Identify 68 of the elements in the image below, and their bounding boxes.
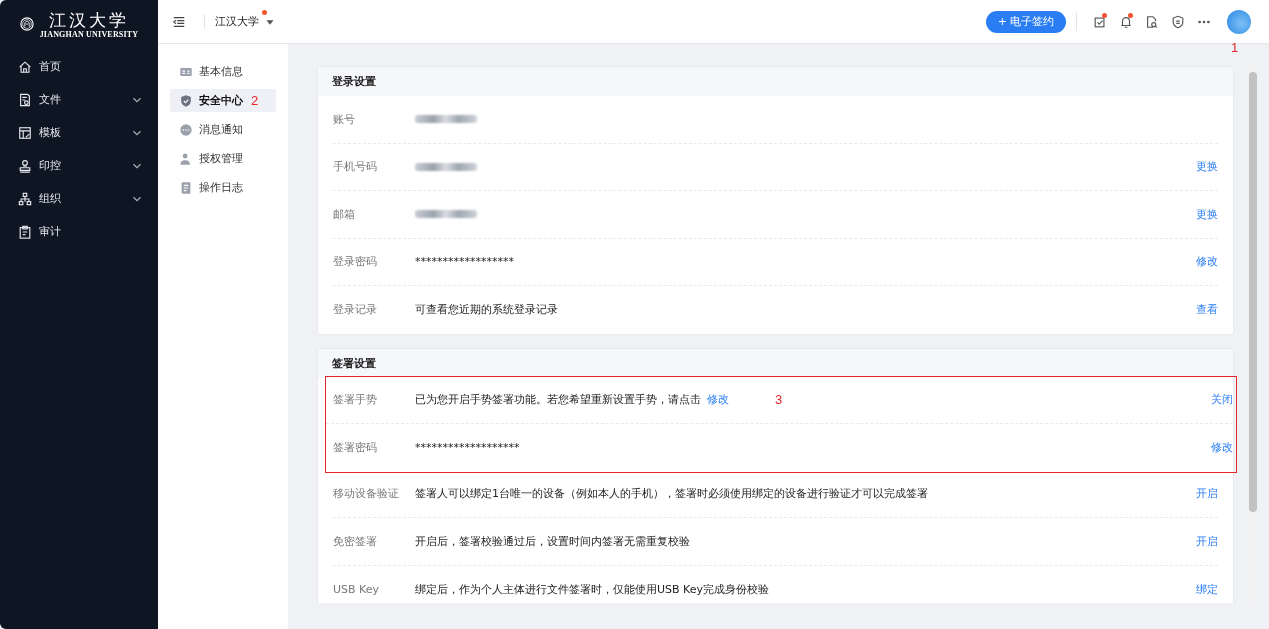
action-link[interactable]: 开启 xyxy=(1196,486,1218,502)
section-title: 签署设置 xyxy=(318,348,1233,378)
log-document-icon xyxy=(179,180,193,195)
action-link[interactable]: 修改 xyxy=(1196,254,1218,270)
document-icon xyxy=(18,92,32,107)
settings-menu-item[interactable]: 操作日志 xyxy=(170,176,276,199)
field-value: ****************** xyxy=(415,255,514,269)
logo-text: 江汉大学 xyxy=(49,9,129,30)
section-title: 登录设置 xyxy=(318,67,1233,96)
menu-collapse-icon xyxy=(172,14,186,29)
task-check-icon[interactable] xyxy=(1093,14,1107,29)
field-label: 免密签署 xyxy=(333,533,378,549)
organization-icon xyxy=(18,191,32,206)
settings-menu-item[interactable]: 消息通知 xyxy=(170,118,276,141)
field-value: 签署人可以绑定1台唯一的设备（例如本人的手机），签署时必须使用绑定的设备进行验证才可以完成签署 xyxy=(415,486,928,502)
bell-icon[interactable] xyxy=(1119,14,1133,29)
field-value: 已为您开启手势签署功能。若您希望重新设置手势，请点击 xyxy=(415,392,701,408)
field-label: 移动设备验证 xyxy=(333,486,400,502)
field-label: 签署手势 xyxy=(333,392,378,408)
action-link[interactable]: 查看 xyxy=(1196,302,1218,318)
field-label: 账号 xyxy=(333,111,356,127)
nav-item[interactable]: 审计 xyxy=(0,215,158,248)
nav-item[interactable]: 首页 xyxy=(0,50,158,83)
shield-icon xyxy=(179,93,193,108)
field-value: 可查看您近期的系统登录记录 xyxy=(415,302,558,318)
annotation-number: 3 xyxy=(775,392,783,408)
field-label: USB Key xyxy=(333,582,381,596)
action-link[interactable]: 绑定 xyxy=(1196,581,1218,597)
field-label: 邮箱 xyxy=(333,206,356,222)
action-link[interactable]: 更换 xyxy=(1196,159,1218,175)
settings-menu-item[interactable]: 基本信息 xyxy=(170,60,276,83)
logo-subtitle: JIANGHAN UNIVERSITY xyxy=(39,29,139,39)
action-link[interactable]: 更换 xyxy=(1196,206,1218,222)
field-value: 开启后，签署校验通过后，设置时间内签署无需重复校验 xyxy=(415,533,690,549)
user-icon xyxy=(179,151,193,166)
action-link[interactable]: 修改 xyxy=(1211,440,1233,456)
field-value: ******************* xyxy=(415,441,520,455)
chat-bubble-icon xyxy=(179,122,193,137)
clipboard-icon xyxy=(18,224,32,239)
avatar[interactable] xyxy=(1227,9,1251,34)
home-icon xyxy=(18,59,32,74)
redacted-value xyxy=(415,210,477,219)
stamp-icon xyxy=(18,158,32,173)
scrollbar-thumb[interactable] xyxy=(1249,72,1257,512)
settings-menu-item[interactable]: 授权管理 xyxy=(170,147,276,170)
annotation-number: 1 xyxy=(1231,39,1239,55)
field-label: 签署密码 xyxy=(333,440,378,456)
nav-item[interactable]: 组织 xyxy=(0,182,158,215)
settings-menu-item[interactable]: 安全中心 2 xyxy=(170,89,276,112)
e-sign-button[interactable]: + 电子签约 xyxy=(985,10,1066,33)
nav-item[interactable]: 文件 xyxy=(0,83,158,116)
field-value: 绑定后，作为个人主体进行文件签署时，仅能使用USB Key完成身份校验 xyxy=(415,581,770,597)
nav-item[interactable]: 印控 xyxy=(0,149,158,182)
action-link[interactable]: 关闭 xyxy=(1211,392,1233,408)
field-label: 登录密码 xyxy=(333,254,378,270)
field-label: 登录记录 xyxy=(333,302,378,318)
action-link[interactable]: 开启 xyxy=(1196,533,1218,549)
shield-icon[interactable] xyxy=(1171,14,1185,29)
document-search-icon[interactable] xyxy=(1145,14,1159,29)
redacted-value xyxy=(415,162,477,171)
redacted-value xyxy=(415,115,477,124)
edit-link[interactable]: 修改 xyxy=(707,392,729,408)
annotation-number: 2 xyxy=(251,93,259,108)
template-icon xyxy=(18,125,32,140)
field-label: 手机号码 xyxy=(333,159,378,175)
nav-item[interactable]: 模板 xyxy=(0,116,158,149)
organization-switcher[interactable]: 江汉大学 xyxy=(204,14,277,29)
university-emblem-icon xyxy=(19,17,34,31)
